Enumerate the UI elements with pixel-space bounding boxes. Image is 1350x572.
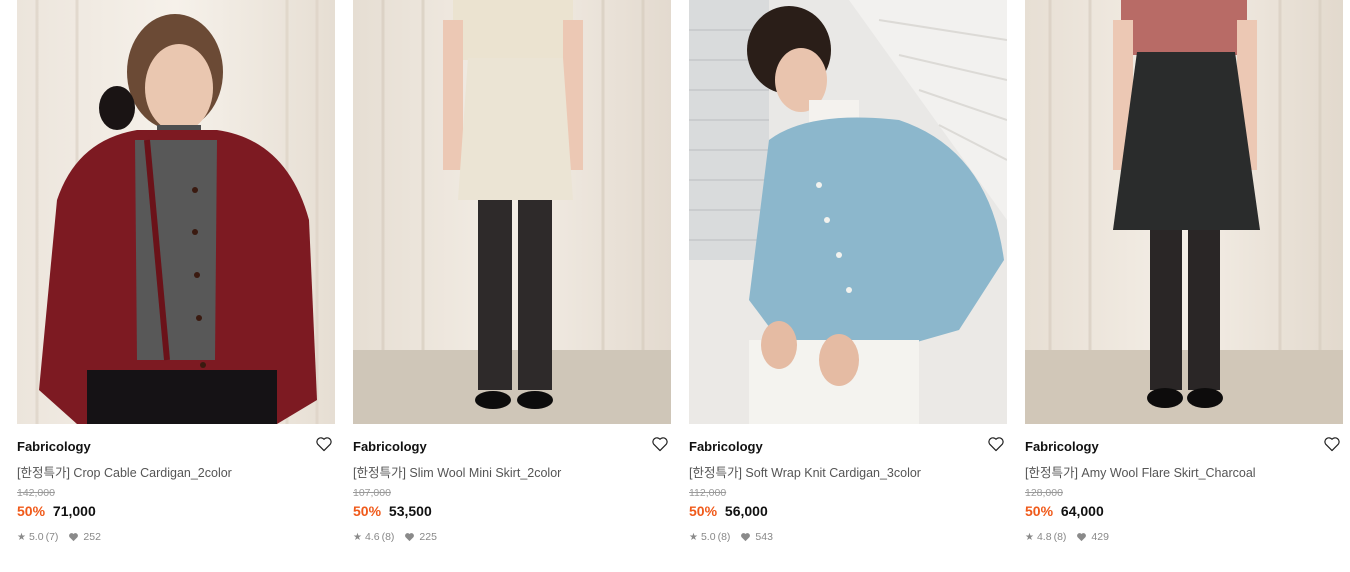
product-image[interactable] (1025, 0, 1343, 424)
rating-value: 4.6 (364, 531, 380, 543)
like-count: 225 (419, 531, 437, 543)
review-count: (8) (717, 531, 731, 543)
discount-rate: 50% (689, 503, 718, 519)
product-image[interactable] (353, 0, 671, 424)
heart-filled-icon (741, 533, 751, 542)
product-image[interactable] (17, 0, 335, 424)
original-price: 112,000 (689, 487, 727, 499)
star-icon: ★ (17, 531, 26, 543)
product-name[interactable]: [한정특가] Soft Wrap Knit Cardigan_3color (689, 462, 921, 481)
original-price: 128,000 (1025, 487, 1063, 499)
product-name[interactable]: [한정특가] Amy Wool Flare Skirt_Charcoal (1025, 462, 1256, 481)
heart-filled-icon (405, 533, 415, 542)
price-row: 50% 71,000 (17, 503, 96, 519)
discount-rate: 50% (1025, 503, 1054, 519)
product-image[interactable] (689, 0, 1007, 424)
original-price: 142,000 (17, 487, 55, 499)
brand-name[interactable]: Fabricology (17, 439, 91, 454)
wishlist-heart-icon[interactable] (1323, 436, 1341, 454)
brand-name[interactable]: Fabricology (353, 439, 427, 454)
brand-name[interactable]: Fabricology (1025, 439, 1099, 454)
star-icon: ★ (1025, 531, 1034, 543)
star-icon: ★ (689, 531, 698, 543)
discount-rate: 50% (17, 503, 46, 519)
product-card[interactable]: Fabricology [한정특가] Slim Wool Mini Skirt_… (353, 0, 671, 572)
sale-price: 64,000 (1060, 503, 1104, 519)
heart-filled-icon (1077, 533, 1087, 542)
product-card[interactable]: Fabricology [한정특가] Amy Wool Flare Skirt_… (1025, 0, 1343, 572)
product-meta: ★ 4.6 (8) 225 (353, 531, 437, 543)
price-row: 50% 64,000 (1025, 503, 1104, 519)
sale-price: 56,000 (724, 503, 768, 519)
wishlist-heart-icon[interactable] (987, 436, 1005, 454)
rating-value: 5.0 (700, 531, 716, 543)
product-card[interactable]: Fabricology [한정특가] Soft Wrap Knit Cardig… (689, 0, 1007, 572)
product-meta: ★ 5.0 (7) 252 (17, 531, 101, 543)
wishlist-heart-icon[interactable] (315, 436, 333, 454)
heart-filled-icon (69, 533, 79, 542)
like-count: 252 (83, 531, 101, 543)
sale-price: 71,000 (52, 503, 96, 519)
discount-rate: 50% (353, 503, 382, 519)
product-meta: ★ 4.8 (8) 429 (1025, 531, 1109, 543)
like-count: 429 (1091, 531, 1109, 543)
product-grid: Fabricology [한정특가] Crop Cable Cardigan_2… (0, 0, 1350, 572)
rating-value: 4.8 (1036, 531, 1052, 543)
product-card[interactable]: Fabricology [한정특가] Crop Cable Cardigan_2… (17, 0, 335, 572)
product-meta: ★ 5.0 (8) 543 (689, 531, 773, 543)
review-count: (8) (381, 531, 395, 543)
sale-price: 53,500 (388, 503, 432, 519)
product-name[interactable]: [한정특가] Crop Cable Cardigan_2color (17, 462, 232, 481)
star-icon: ★ (353, 531, 362, 543)
review-count: (8) (1053, 531, 1067, 543)
rating-value: 5.0 (28, 531, 44, 543)
price-row: 50% 56,000 (689, 503, 768, 519)
like-count: 543 (755, 531, 773, 543)
brand-name[interactable]: Fabricology (689, 439, 763, 454)
wishlist-heart-icon[interactable] (651, 436, 669, 454)
review-count: (7) (45, 531, 59, 543)
product-name[interactable]: [한정특가] Slim Wool Mini Skirt_2color (353, 462, 561, 481)
original-price: 107,000 (353, 487, 391, 499)
price-row: 50% 53,500 (353, 503, 432, 519)
